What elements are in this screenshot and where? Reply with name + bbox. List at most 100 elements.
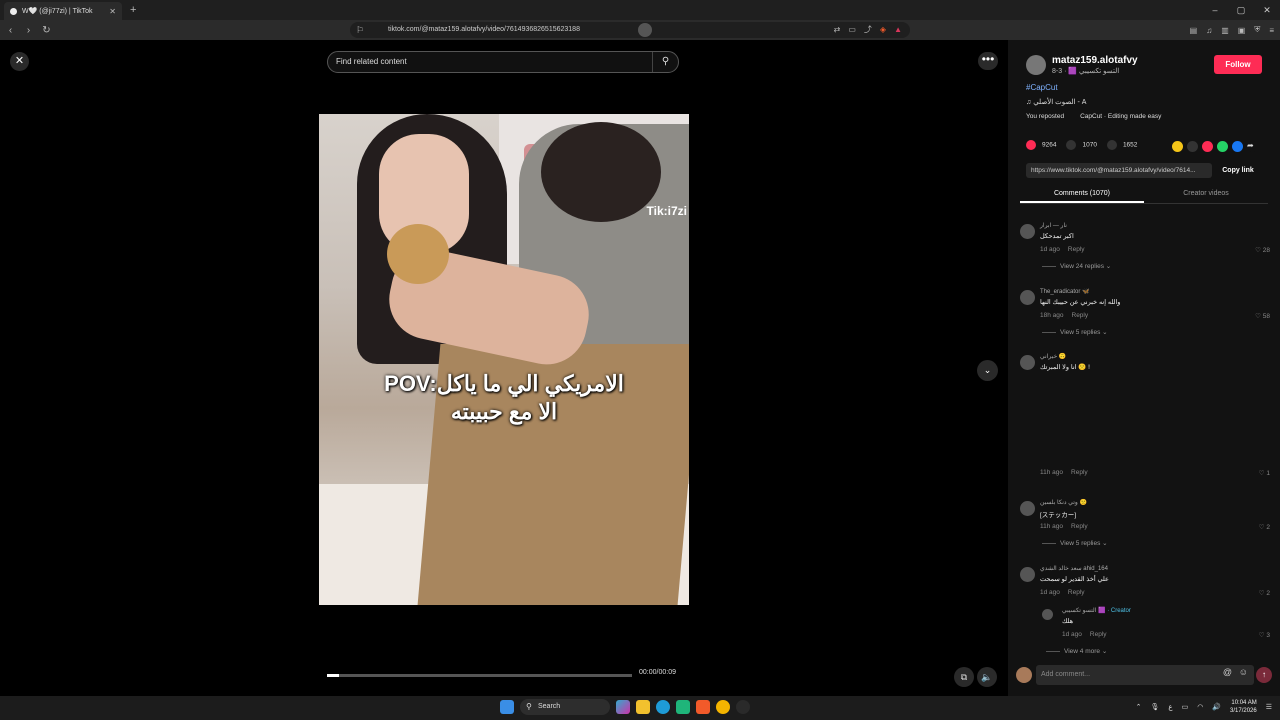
windows-start-icon[interactable] bbox=[500, 700, 514, 714]
screenshot-icon[interactable]: ▭ bbox=[848, 22, 856, 38]
comment-like-button[interactable]: ♡ 2 bbox=[1259, 523, 1270, 531]
new-tab-button[interactable]: + bbox=[130, 4, 136, 16]
clock[interactable]: 10:04 AM 3/17/2026 bbox=[1230, 699, 1257, 715]
steam-icon[interactable] bbox=[736, 700, 750, 714]
save-button[interactable]: 1652 bbox=[1106, 140, 1137, 150]
music-icon[interactable]: ♫ bbox=[1206, 26, 1212, 35]
video-player[interactable]: Find related content ⚲ Tik:i7zi POV:الام… bbox=[319, 40, 689, 696]
wallet-icon[interactable]: ▣ bbox=[1238, 26, 1246, 35]
copilot-icon[interactable] bbox=[616, 700, 630, 714]
facebook-icon[interactable] bbox=[1232, 141, 1243, 152]
capcut-link[interactable]: CapCut · Editing made easy bbox=[1080, 113, 1161, 120]
volume-button[interactable]: 🔈 bbox=[977, 667, 997, 687]
avatar[interactable] bbox=[1042, 609, 1053, 620]
view-more-replies-button[interactable]: View 4 more ⌄ bbox=[1046, 647, 1107, 655]
extensions-icon[interactable]: ▤ bbox=[1190, 26, 1198, 35]
emoji-icon[interactable]: ☺ bbox=[1239, 667, 1248, 677]
minimize-button[interactable]: – bbox=[1202, 0, 1228, 20]
edge-icon[interactable] bbox=[656, 700, 670, 714]
volume-icon[interactable]: 🔊 bbox=[1212, 703, 1221, 711]
maximize-button[interactable]: ▢ bbox=[1228, 0, 1254, 20]
translate-icon[interactable]: ⇄ bbox=[834, 22, 841, 38]
video-frame[interactable]: Tik:i7zi POV:الامريكي الي ما ياكل الا مع… bbox=[319, 114, 689, 605]
tab-creator-videos[interactable]: Creator videos bbox=[1144, 185, 1268, 203]
video-link-field[interactable]: https://www.tiktok.com/@mataz159.alotafv… bbox=[1026, 163, 1212, 178]
view-replies-button[interactable]: View 24 replies ⌄ bbox=[1042, 262, 1111, 270]
rewards-icon[interactable]: ▲ bbox=[894, 22, 902, 38]
copy-link-button[interactable]: Copy link bbox=[1215, 163, 1261, 178]
forward-icon[interactable]: › bbox=[21, 25, 36, 36]
avatar[interactable] bbox=[1020, 567, 1035, 582]
repost-icon[interactable] bbox=[1172, 141, 1183, 152]
sidebar-icon[interactable]: ▥ bbox=[1221, 26, 1229, 35]
reply-button[interactable]: Reply bbox=[1071, 469, 1088, 476]
avatar[interactable] bbox=[1020, 501, 1035, 516]
tab-comments[interactable]: Comments (1070) bbox=[1020, 185, 1144, 203]
file-explorer-icon[interactable] bbox=[636, 700, 650, 714]
reply-button[interactable]: Reply bbox=[1068, 246, 1085, 253]
picture-in-picture-button[interactable]: ⧉ bbox=[954, 667, 974, 687]
browser-tab[interactable]: W🤍 (@ji77zi) | TikTok ✕ bbox=[4, 2, 122, 20]
search-icon[interactable]: ⚲ bbox=[652, 52, 678, 72]
share-page-icon[interactable]: ⤴ bbox=[864, 22, 872, 38]
display-icon[interactable]: ▭ bbox=[1182, 703, 1189, 711]
chrome-icon[interactable] bbox=[716, 700, 730, 714]
whatsapp-icon[interactable] bbox=[1217, 141, 1228, 152]
reply-username[interactable]: التسو تكسيبي 🟪 · Creator bbox=[1062, 607, 1131, 614]
vpn-icon[interactable]: ⛨ bbox=[1254, 25, 1260, 35]
reply-button[interactable]: Reply bbox=[1068, 589, 1085, 596]
avatar[interactable] bbox=[1020, 355, 1035, 370]
app-icon[interactable] bbox=[676, 700, 690, 714]
comment-like-button[interactable]: ♡ 58 bbox=[1255, 312, 1270, 320]
menu-icon[interactable]: ≡ bbox=[1269, 26, 1274, 35]
reply-like-button[interactable]: ♡ 3 bbox=[1259, 631, 1270, 639]
reply-button[interactable]: Reply bbox=[1071, 523, 1088, 530]
share-more-icon[interactable]: ➦ bbox=[1247, 141, 1258, 152]
reply-button[interactable]: Reply bbox=[1072, 312, 1089, 319]
close-tab-icon[interactable]: ✕ bbox=[109, 7, 116, 16]
progress-bar[interactable] bbox=[327, 674, 632, 677]
view-replies-button[interactable]: View 5 replies ⌄ bbox=[1042, 539, 1108, 547]
comment-button[interactable]: 1070 bbox=[1066, 140, 1097, 150]
shield-icon[interactable]: ◈ bbox=[880, 22, 886, 38]
send-to-friends-icon[interactable] bbox=[1202, 141, 1213, 152]
network-icon[interactable]: ◠ bbox=[1197, 703, 1203, 711]
comment-username[interactable]: The_eradicator 🦋 bbox=[1040, 288, 1090, 295]
close-window-button[interactable]: ✕ bbox=[1254, 0, 1280, 20]
reply-button[interactable]: Reply bbox=[1090, 631, 1107, 638]
like-button[interactable]: 9264 bbox=[1026, 140, 1056, 150]
microphone-icon[interactable]: 🎙 bbox=[1150, 703, 1159, 711]
mention-icon[interactable]: @ bbox=[1223, 667, 1232, 677]
follow-button[interactable]: Follow bbox=[1214, 55, 1262, 74]
post-comment-button[interactable]: ↑ bbox=[1256, 667, 1272, 683]
comment-like-button[interactable]: ♡ 2 bbox=[1259, 589, 1270, 597]
view-replies-button[interactable]: View 5 replies ⌄ bbox=[1042, 328, 1108, 336]
embed-icon[interactable] bbox=[1187, 141, 1198, 152]
comment-like-button[interactable]: ♡ 1 bbox=[1259, 469, 1270, 477]
language-icon[interactable]: ع bbox=[1168, 703, 1172, 711]
comment-username[interactable]: خيراني 🙃 bbox=[1040, 353, 1066, 360]
reload-icon[interactable]: ↻ bbox=[39, 25, 54, 36]
avatar[interactable] bbox=[1020, 290, 1035, 305]
chevron-up-icon[interactable]: ⌃ bbox=[1136, 703, 1142, 711]
author-avatar[interactable] bbox=[1026, 55, 1046, 75]
brave-icon[interactable] bbox=[696, 700, 710, 714]
comment-like-button[interactable]: ♡ 28 bbox=[1255, 246, 1270, 254]
music-link[interactable]: ♫ الصوت الأصلي - A bbox=[1026, 98, 1086, 106]
close-video-button[interactable]: ✕ bbox=[10, 52, 29, 71]
author-username[interactable]: mataz159.alotafvy bbox=[1052, 55, 1138, 66]
comment-username[interactable]: نار — ابرار bbox=[1040, 222, 1067, 229]
hashtag-link[interactable]: #CapCut bbox=[1026, 83, 1058, 92]
taskbar-search[interactable]: Search bbox=[520, 699, 610, 715]
add-comment-input[interactable]: Add comment... bbox=[1036, 665, 1254, 685]
comment-username[interactable]: وتي دنكا بلسين 🙁 bbox=[1040, 499, 1087, 506]
comment-username[interactable]: سعد خالد الشدي ahid_164 bbox=[1040, 565, 1108, 572]
more-options-button[interactable]: ••• bbox=[978, 52, 998, 70]
find-related-search[interactable]: Find related content ⚲ bbox=[327, 51, 679, 73]
back-icon[interactable]: ‹ bbox=[3, 25, 18, 36]
next-video-button[interactable]: ⌄ bbox=[977, 360, 998, 381]
url-field[interactable]: ⚐ tiktok.com/@mataz159.alotafvy/video/76… bbox=[350, 22, 910, 38]
bookmark-icon[interactable]: ⚐ bbox=[356, 22, 364, 38]
avatar[interactable] bbox=[1020, 224, 1035, 239]
notifications-icon[interactable]: ☰ bbox=[1266, 703, 1272, 711]
